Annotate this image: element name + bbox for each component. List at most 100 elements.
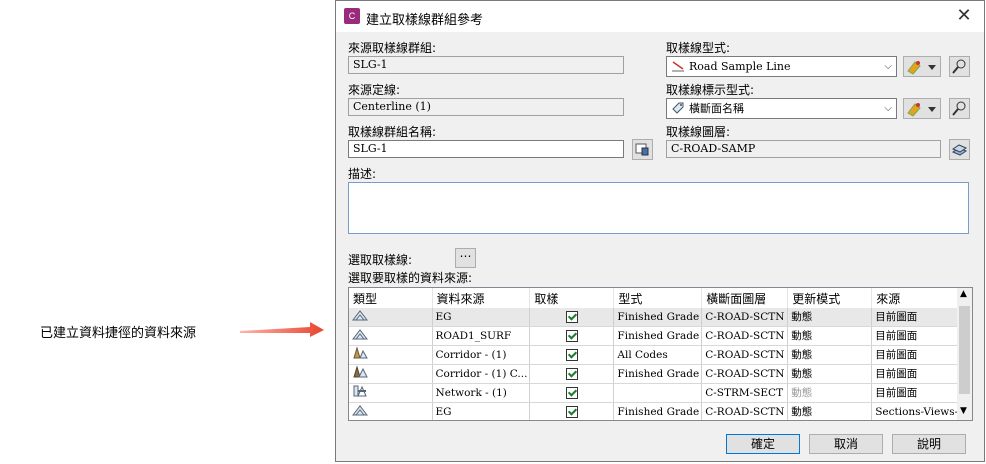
row-type-cell xyxy=(349,364,433,384)
pipe-network-icon xyxy=(352,385,368,400)
column-header-section-layer[interactable]: 橫斷面圖層 xyxy=(701,288,789,308)
row-sample-cell xyxy=(529,326,615,346)
row-layer-cell[interactable]: C-STRM-SECT xyxy=(701,383,789,403)
create-sample-line-group-reference-dialog: C 建立取樣線群組參考 ✕ 來源取樣線群組: SLG-1 來源定線: Cente… xyxy=(335,0,985,462)
civil3d-app-icon: C xyxy=(344,8,360,24)
corridor-icon xyxy=(352,346,368,362)
layer-field: C-ROAD-SAMP xyxy=(666,140,941,158)
row-update-mode-cell[interactable]: 動態 xyxy=(787,326,873,346)
column-header-update-mode[interactable]: 更新模式 xyxy=(787,288,873,308)
row-layer-cell[interactable]: C-ROAD-SCTN xyxy=(701,402,789,420)
select-sample-lines-label: 選取取樣線: xyxy=(348,253,413,267)
row-update-mode-cell[interactable]: 動態 xyxy=(787,364,873,384)
row-style-cell[interactable] xyxy=(613,383,703,403)
row-origin-cell: 目前圖面 xyxy=(871,383,972,403)
label-style-value: 橫斷面名稱 xyxy=(689,102,744,115)
layer-icon[interactable] xyxy=(949,139,970,160)
sample-checkbox[interactable] xyxy=(566,367,579,380)
row-sample-cell xyxy=(529,402,615,420)
sample-checkbox[interactable] xyxy=(566,310,579,323)
row-style-cell[interactable]: Finished Grade xyxy=(613,402,703,420)
row-source-cell: EG xyxy=(432,308,531,327)
table-row[interactable]: EG Finished Grade C-ROAD-SCTN 動態 Sections-Vi… xyxy=(349,402,972,420)
style-edit-menu-button[interactable] xyxy=(903,56,941,77)
row-style-cell[interactable]: All Codes xyxy=(613,345,703,365)
style-pick-icon[interactable] xyxy=(949,56,970,77)
row-origin-cell: 目前圖面 xyxy=(871,326,972,346)
chevron-down-icon: ⌵ xyxy=(884,103,892,114)
row-layer-cell[interactable]: C-ROAD-SCTN xyxy=(701,326,789,346)
row-type-cell xyxy=(349,402,433,420)
close-icon[interactable]: ✕ xyxy=(952,4,976,28)
corridor-surface-icon xyxy=(352,365,368,381)
source-alignment-label: 來源定線: xyxy=(348,83,401,97)
row-update-mode-cell[interactable]: 動態 xyxy=(787,345,873,365)
cancel-button[interactable]: 取消 xyxy=(809,434,883,454)
row-layer-cell[interactable]: C-ROAD-SCTN xyxy=(701,308,789,327)
row-sample-cell xyxy=(529,364,615,384)
row-source-cell: ROAD1_SURF xyxy=(432,326,531,346)
row-update-mode-cell[interactable]: 動態 xyxy=(787,383,873,403)
table-vertical-scrollbar[interactable]: ▲ ▼ xyxy=(957,288,972,420)
row-source-cell: EG xyxy=(432,402,531,420)
scrollbar-thumb[interactable] xyxy=(959,306,970,394)
source-alignment-field: Centerline (1) xyxy=(348,98,624,116)
table-header-row: 類型 資料來源 取樣 型式 橫斷面圖層 更新模式 來源 xyxy=(349,288,972,308)
sample-checkbox[interactable] xyxy=(566,405,579,418)
row-source-cell: Network - (1) xyxy=(432,383,531,403)
label-style-pick-icon[interactable] xyxy=(949,98,970,119)
column-header-type[interactable]: 類型 xyxy=(349,288,433,308)
table-row[interactable]: Corridor - (1) All Codes C-ROAD-SCTN 動態 目前圖面 xyxy=(349,345,972,365)
style-label: 取樣線型式: xyxy=(666,41,731,55)
label-style-label: 取樣線標示型式: xyxy=(666,83,755,97)
sample-checkbox[interactable] xyxy=(566,348,579,361)
surface-icon xyxy=(351,310,369,324)
ok-button[interactable]: 確定 xyxy=(726,434,800,454)
table-row[interactable]: Corridor - (1) C... Finished Grade C-ROAD-… xyxy=(349,364,972,384)
row-style-cell[interactable]: Finished Grade xyxy=(613,364,703,384)
sample-checkbox[interactable] xyxy=(566,386,579,399)
row-origin-cell: 目前圖面 xyxy=(871,345,972,365)
annotation-text: 已建立資料捷徑的資料來源 xyxy=(40,326,197,341)
row-origin-cell: 目前圖面 xyxy=(871,364,972,384)
help-button[interactable]: 說明 xyxy=(892,434,966,454)
sample-line-style-icon xyxy=(672,61,684,72)
table-row[interactable]: ROAD1_SURF Finished Grade C-ROAD-SCTN 動態 目前圖… xyxy=(349,326,972,346)
source-group-field: SLG-1 xyxy=(348,56,624,74)
select-data-sources-label: 選取要取樣的資料來源: xyxy=(348,271,473,285)
row-source-cell: Corridor - (1) xyxy=(432,345,531,365)
table-row[interactable]: EG Finished Grade C-ROAD-SCTN 動態 目前圖面 xyxy=(349,308,972,327)
column-header-origin[interactable]: 來源 xyxy=(871,288,972,308)
row-style-cell[interactable]: Finished Grade xyxy=(613,326,703,346)
group-name-label: 取樣線群組名稱: xyxy=(348,125,437,139)
sample-checkbox[interactable] xyxy=(566,329,579,342)
description-input[interactable] xyxy=(348,182,969,234)
dialog-title: 建立取樣線群組參考 xyxy=(366,13,484,28)
row-layer-cell[interactable]: C-ROAD-SCTN xyxy=(701,364,789,384)
row-update-mode-cell[interactable]: 動態 xyxy=(787,402,873,420)
row-sample-cell xyxy=(529,345,615,365)
chevron-down-icon: ⌵ xyxy=(884,61,892,72)
column-header-style[interactable]: 型式 xyxy=(613,288,703,308)
group-name-input[interactable]: SLG-1 xyxy=(348,140,624,158)
style-dropdown[interactable]: Road Sample Line ⌵ xyxy=(666,56,897,77)
row-type-cell xyxy=(349,383,433,403)
rename-icon[interactable] xyxy=(632,139,653,160)
source-group-label: 來源取樣線群組: xyxy=(348,41,437,55)
style-value: Road Sample Line xyxy=(689,60,791,73)
label-style-edit-menu-button[interactable] xyxy=(903,98,941,119)
title-bar: C 建立取樣線群組參考 ✕ xyxy=(336,1,984,32)
scroll-down-icon[interactable]: ▼ xyxy=(960,406,967,416)
row-update-mode-cell[interactable]: 動態 xyxy=(787,308,873,327)
annotation-arrow xyxy=(240,322,324,337)
column-header-source[interactable]: 資料來源 xyxy=(432,288,531,308)
scroll-up-icon[interactable]: ▲ xyxy=(960,289,967,299)
row-origin-cell: 目前圖面 xyxy=(871,308,972,327)
select-sample-lines-button[interactable]: ⋯ xyxy=(455,248,476,268)
table-row[interactable]: Network - (1) C-STRM-SECT 動態 目前圖面 xyxy=(349,383,972,403)
column-header-sample[interactable]: 取樣 xyxy=(529,288,615,308)
layer-label: 取樣線圖層: xyxy=(666,125,731,139)
row-layer-cell[interactable]: C-ROAD-SCTN xyxy=(701,345,789,365)
row-style-cell[interactable]: Finished Grade xyxy=(613,308,703,327)
label-style-dropdown[interactable]: 橫斷面名稱 ⌵ xyxy=(666,98,897,119)
